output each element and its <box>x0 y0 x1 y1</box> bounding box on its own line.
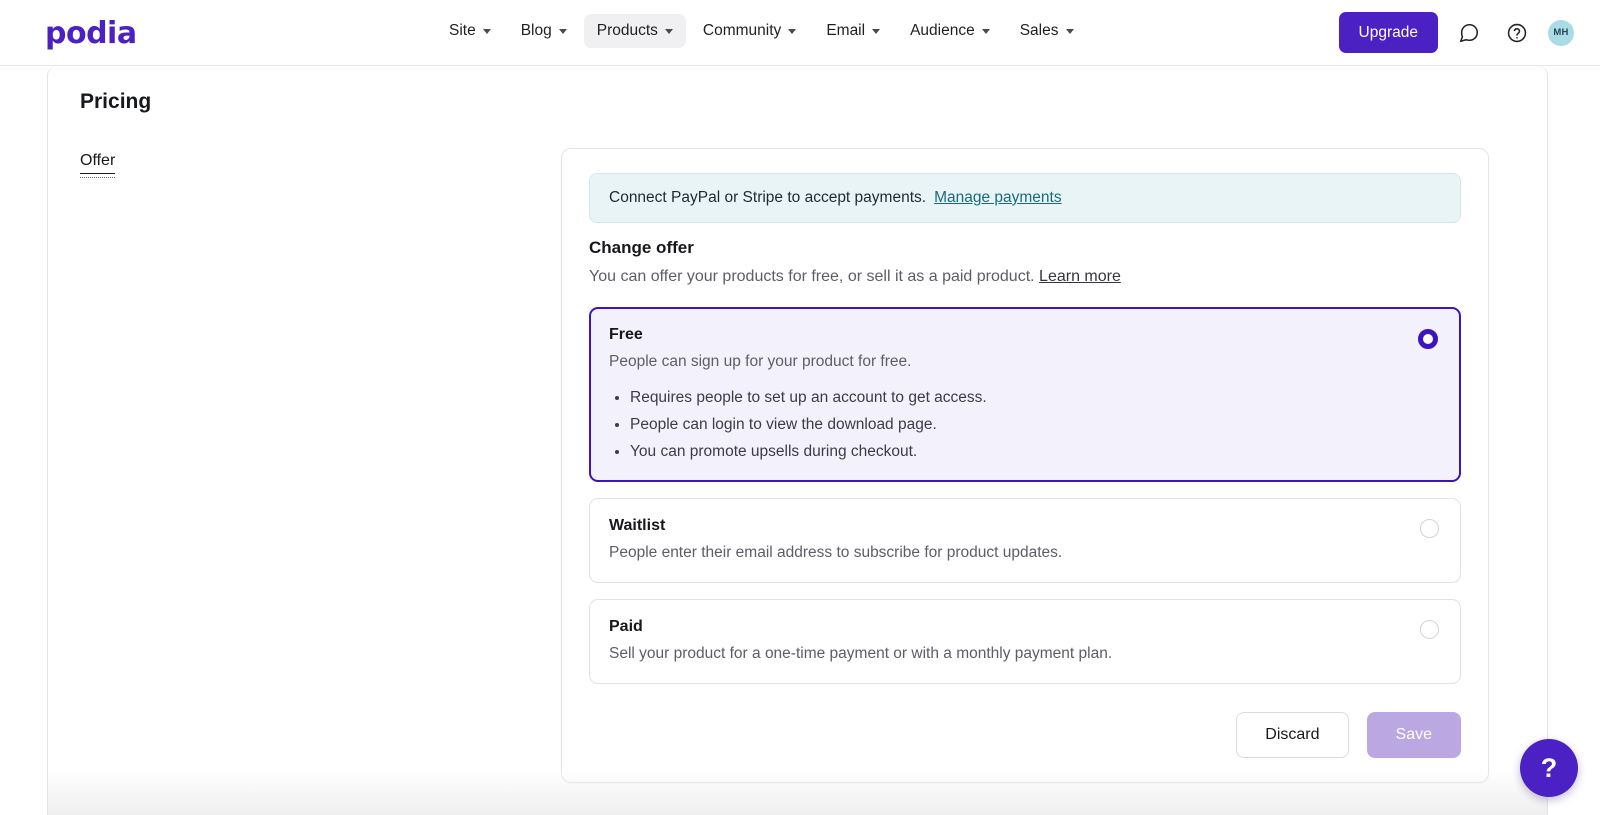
chevron-down-icon <box>482 28 491 34</box>
offer-form-card: Connect PayPal or Stripe to accept payme… <box>561 148 1489 783</box>
offer-option-waitlist[interactable]: Waitlist People enter their email addres… <box>589 498 1461 583</box>
option-bullet: Requires people to set up an account to … <box>630 389 1436 407</box>
nav-item-label: Products <box>596 22 658 39</box>
option-description: People can sign up for your product for … <box>609 353 912 370</box>
offer-options-group: Free People can sign up for your product… <box>589 307 1461 700</box>
connect-payments-banner: Connect PayPal or Stripe to accept payme… <box>589 173 1461 223</box>
page-title: Pricing <box>80 90 152 113</box>
help-icon[interactable]: ? <box>1520 739 1578 797</box>
podia-logo[interactable]: podia <box>45 16 137 51</box>
option-description: People enter their email address to subs… <box>609 544 1063 561</box>
nav-item-audience[interactable]: Audience <box>897 14 1003 48</box>
chevron-down-icon <box>664 28 673 34</box>
nav-item-label: Blog <box>520 22 552 39</box>
nav-item-products[interactable]: Products <box>583 14 686 48</box>
chevron-down-icon <box>981 28 990 34</box>
offer-option-free[interactable]: Free People can sign up for your product… <box>589 307 1461 482</box>
chevron-down-icon <box>872 28 881 34</box>
nav-item-email[interactable]: Email <box>813 14 893 48</box>
chat-bubble-icon[interactable] <box>1452 16 1486 50</box>
manage-payments-link[interactable]: Manage payments <box>934 189 1062 207</box>
nav-item-sales[interactable]: Sales <box>1007 14 1087 48</box>
tab-offer[interactable]: Offer <box>80 152 116 178</box>
upgrade-button[interactable]: Upgrade <box>1338 12 1438 53</box>
banner-text: Connect PayPal or Stripe to accept payme… <box>609 189 927 206</box>
nav-item-community[interactable]: Community <box>690 14 809 48</box>
nav-item-label: Community <box>702 22 782 39</box>
question-circle-icon[interactable] <box>1500 16 1534 50</box>
radio-paid[interactable] <box>1420 620 1439 639</box>
learn-more-link[interactable]: Learn more <box>1039 268 1121 285</box>
radio-waitlist[interactable] <box>1420 519 1439 538</box>
nav-item-site[interactable]: Site <box>436 14 504 48</box>
top-navigation-bar: podia Site Blog Products Community Email… <box>0 0 1600 66</box>
main-nav: Site Blog Products Community Email Audie… <box>436 14 1087 48</box>
radio-free[interactable] <box>1418 329 1438 349</box>
chevron-down-icon <box>558 28 567 34</box>
nav-item-label: Email <box>826 22 866 39</box>
chevron-down-icon <box>788 28 797 34</box>
tab-bar: Offer <box>80 152 116 178</box>
option-description: Sell your product for a one-time payment… <box>609 645 1113 662</box>
option-title: Waitlist <box>609 517 666 534</box>
option-bullet-list: Requires people to set up an account to … <box>609 389 1436 461</box>
discard-button[interactable]: Discard <box>1236 712 1349 758</box>
section-title: Change offer <box>589 238 694 257</box>
form-footer-actions: Discard Save <box>1236 712 1461 758</box>
option-title: Paid <box>609 618 643 635</box>
nav-item-label: Sales <box>1019 22 1059 39</box>
option-title: Free <box>609 326 643 343</box>
save-button[interactable]: Save <box>1366 712 1461 758</box>
option-bullet: You can promote upsells during checkout. <box>630 443 1436 461</box>
section-subtitle: You can offer your products for free, or… <box>589 268 1121 286</box>
nav-item-blog[interactable]: Blog <box>508 14 580 48</box>
nav-item-label: Site <box>449 22 476 39</box>
option-bullet: People can login to view the download pa… <box>630 416 1436 434</box>
chevron-down-icon <box>1065 28 1074 34</box>
top-bar-actions: Upgrade MH <box>1338 12 1574 53</box>
nav-item-label: Audience <box>910 22 975 39</box>
section-subtitle-text: You can offer your products for free, or… <box>589 268 1035 285</box>
offer-option-paid[interactable]: Paid Sell your product for a one-time pa… <box>589 599 1461 684</box>
avatar[interactable]: MH <box>1548 19 1574 46</box>
page-panel: Pricing Offer Connect PayPal or Stripe t… <box>47 66 1548 815</box>
